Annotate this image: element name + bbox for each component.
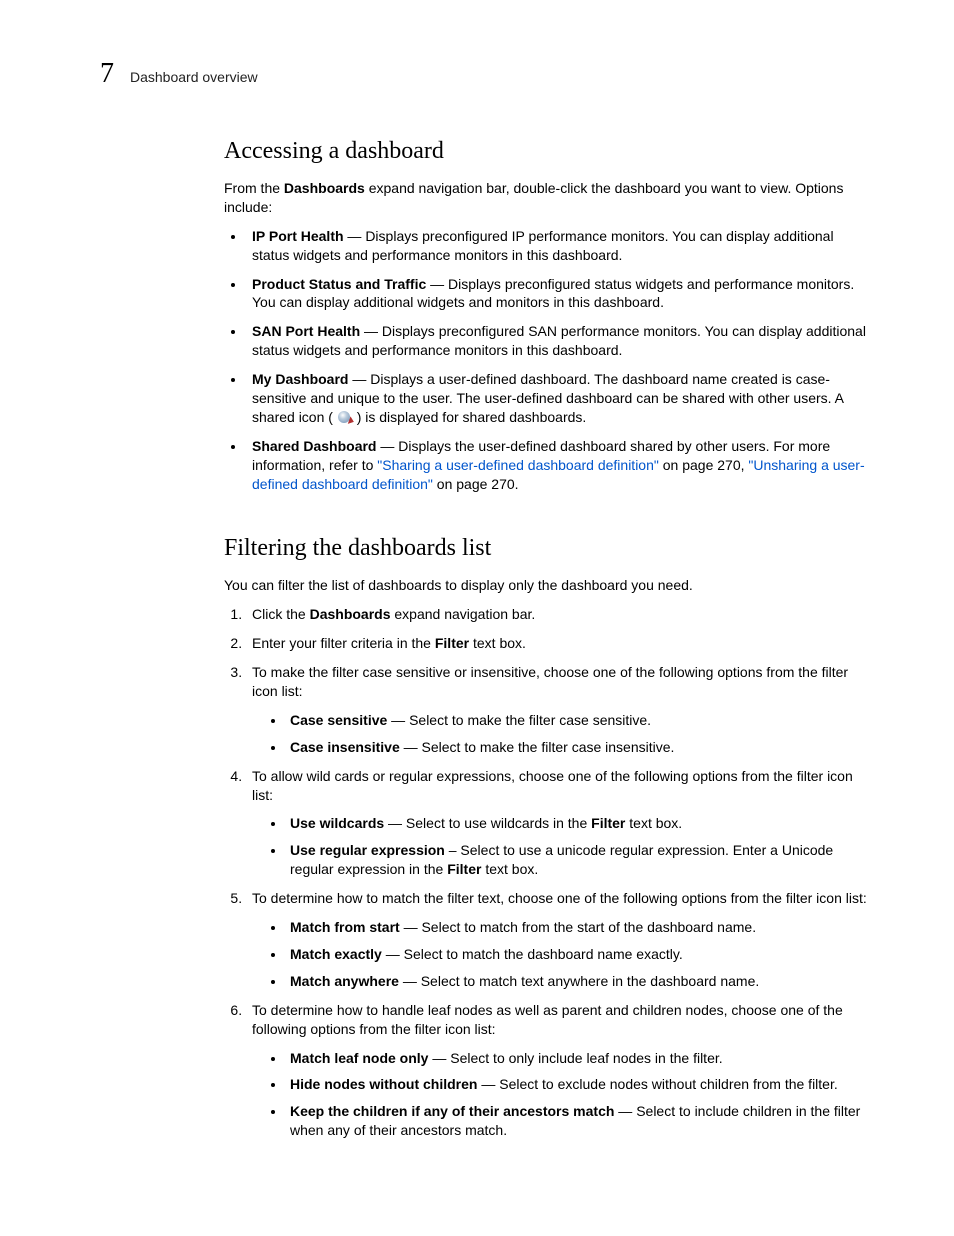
text: — Select to exclude nodes without childr… xyxy=(477,1076,837,1092)
breadcrumb: Dashboard overview xyxy=(130,69,258,85)
bold-term: Match from start xyxy=(290,919,400,935)
list-item: Product Status and Traffic — Displays pr… xyxy=(246,275,874,313)
intro-para: You can filter the list of dashboards to… xyxy=(224,576,874,595)
bold-term: Filter xyxy=(435,635,469,651)
bold-term: My Dashboard xyxy=(252,371,348,387)
text: — Select to make the filter case sensiti… xyxy=(387,712,651,728)
list-item: Use regular expression – Select to use a… xyxy=(286,841,874,879)
text: From the xyxy=(224,180,284,196)
list-item: To determine how to match the filter tex… xyxy=(246,889,874,991)
heading-filtering: Filtering the dashboards list xyxy=(224,535,874,562)
bold-term: Hide nodes without children xyxy=(290,1076,477,1092)
bold-term: Use regular expression xyxy=(290,842,445,858)
xref-link[interactable]: "Sharing a user-defined dashboard defini… xyxy=(377,457,659,473)
bold-term: Case sensitive xyxy=(290,712,387,728)
list-item: Match anywhere — Select to match text an… xyxy=(286,972,874,991)
text: — Select to match text anywhere in the d… xyxy=(399,973,759,989)
list-item: My Dashboard — Displays a user-defined d… xyxy=(246,370,874,427)
text: text box. xyxy=(481,861,538,877)
list-item: Hide nodes without children — Select to … xyxy=(286,1075,874,1094)
text: — Select to make the filter case insensi… xyxy=(400,739,675,755)
bold-term: Filter xyxy=(447,861,481,877)
list-item: Match exactly — Select to match the dash… xyxy=(286,945,874,964)
heading-accessing: Accessing a dashboard xyxy=(224,138,874,165)
bold-term: Product Status and Traffic xyxy=(252,276,426,292)
intro-para: From the Dashboards expand navigation ba… xyxy=(224,179,874,217)
content: Accessing a dashboard From the Dashboard… xyxy=(224,138,874,1140)
list-item: Enter your filter criteria in the Filter… xyxy=(246,634,874,653)
steps-list: Click the Dashboards expand navigation b… xyxy=(224,605,874,1140)
text: Enter your filter criteria in the xyxy=(252,635,435,651)
text: — Select to use wildcards in the xyxy=(384,815,591,831)
bold-term: Match exactly xyxy=(290,946,382,962)
list-item: To make the filter case sensitive or ins… xyxy=(246,663,874,757)
list-item: Click the Dashboards expand navigation b… xyxy=(246,605,874,624)
options-list: IP Port Health — Displays preconfigured … xyxy=(224,227,874,494)
sub-list: Match leaf node only — Select to only in… xyxy=(252,1049,874,1141)
text: expand navigation bar. xyxy=(391,606,536,622)
text: To determine how to match the filter tex… xyxy=(252,890,867,906)
bold-term: Match leaf node only xyxy=(290,1050,428,1066)
bold-term: Case insensitive xyxy=(290,739,400,755)
sub-list: Match from start — Select to match from … xyxy=(252,918,874,991)
list-item: Match from start — Select to match from … xyxy=(286,918,874,937)
bold-term: Use wildcards xyxy=(290,815,384,831)
list-item: Case sensitive — Select to make the filt… xyxy=(286,711,874,730)
bold-term: Filter xyxy=(591,815,625,831)
bold-term: Match anywhere xyxy=(290,973,399,989)
text: — Select to only include leaf nodes in t… xyxy=(428,1050,722,1066)
text: ) is displayed for shared dashboards. xyxy=(357,409,587,425)
bold-term: Shared Dashboard xyxy=(252,438,376,454)
text: — Select to match the dashboard name exa… xyxy=(382,946,683,962)
sub-list: Use wildcards — Select to use wildcards … xyxy=(252,814,874,879)
shared-icon xyxy=(337,410,353,424)
sub-list: Case sensitive — Select to make the filt… xyxy=(252,711,874,757)
list-item: Case insensitive — Select to make the fi… xyxy=(286,738,874,757)
list-item: Use wildcards — Select to use wildcards … xyxy=(286,814,874,833)
bold-term: IP Port Health xyxy=(252,228,344,244)
text: To make the filter case sensitive or ins… xyxy=(252,664,848,699)
list-item: Match leaf node only — Select to only in… xyxy=(286,1049,874,1068)
list-item: SAN Port Health — Displays preconfigured… xyxy=(246,322,874,360)
bold-term: Keep the children if any of their ancest… xyxy=(290,1103,614,1119)
text: To determine how to handle leaf nodes as… xyxy=(252,1002,843,1037)
text: To allow wild cards or regular expressio… xyxy=(252,768,853,803)
page-header: 7 Dashboard overview xyxy=(100,58,874,90)
list-item: Keep the children if any of their ancest… xyxy=(286,1102,874,1140)
text: on page 270, xyxy=(659,457,749,473)
bold-term: SAN Port Health xyxy=(252,323,360,339)
list-item: To allow wild cards or regular expressio… xyxy=(246,767,874,879)
text: text box. xyxy=(625,815,682,831)
bold-term: Dashboards xyxy=(310,606,391,622)
list-item: To determine how to handle leaf nodes as… xyxy=(246,1001,874,1140)
page: 7 Dashboard overview Accessing a dashboa… xyxy=(0,0,954,1236)
list-item: IP Port Health — Displays preconfigured … xyxy=(246,227,874,265)
text: text box. xyxy=(469,635,526,651)
text: — Select to match from the start of the … xyxy=(400,919,756,935)
chapter-number: 7 xyxy=(100,58,114,90)
text: Click the xyxy=(252,606,310,622)
text: on page 270. xyxy=(433,476,519,492)
list-item: Shared Dashboard — Displays the user-def… xyxy=(246,437,874,494)
bold-term: Dashboards xyxy=(284,180,365,196)
